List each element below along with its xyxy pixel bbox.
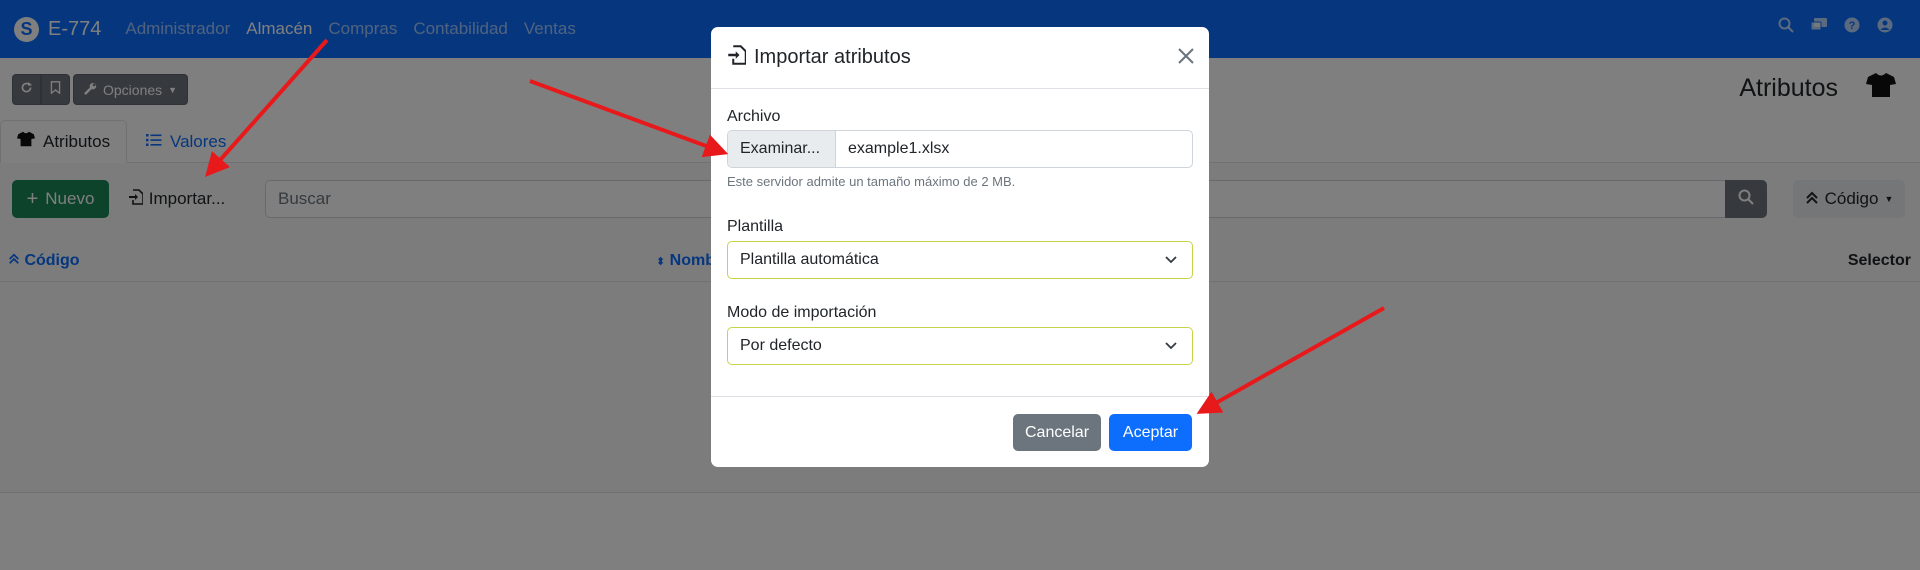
modal-header: Importar atributos bbox=[711, 27, 1209, 89]
close-icon[interactable] bbox=[1177, 43, 1195, 69]
template-label: Plantilla bbox=[727, 218, 784, 235]
file-input[interactable]: Examinar... example1.xlsx bbox=[727, 130, 1193, 168]
import-mode-value: Por defecto bbox=[740, 337, 822, 354]
modal-title: Importar atributos bbox=[754, 46, 911, 68]
import-mode-select[interactable]: Por defecto bbox=[727, 327, 1193, 365]
import-mode-label: Modo de importación bbox=[727, 304, 877, 321]
accept-button[interactable]: Aceptar bbox=[1109, 414, 1192, 451]
chevron-down-icon bbox=[1164, 338, 1178, 355]
template-select[interactable]: Plantilla automática bbox=[727, 241, 1193, 279]
file-label: Archivo bbox=[727, 108, 781, 125]
file-import-icon bbox=[728, 45, 747, 70]
import-modal: Importar atributos Archivo Examinar... e… bbox=[711, 27, 1209, 467]
cancel-button[interactable]: Cancelar bbox=[1013, 414, 1101, 451]
browse-button[interactable]: Examinar... bbox=[728, 131, 836, 167]
modal-footer-divider bbox=[711, 396, 1209, 397]
file-help-text: Este servidor admite un tamaño máximo de… bbox=[727, 174, 1016, 189]
file-name-value: example1.xlsx bbox=[848, 140, 950, 157]
chevron-down-icon bbox=[1164, 252, 1178, 269]
template-value: Plantilla automática bbox=[740, 251, 879, 268]
